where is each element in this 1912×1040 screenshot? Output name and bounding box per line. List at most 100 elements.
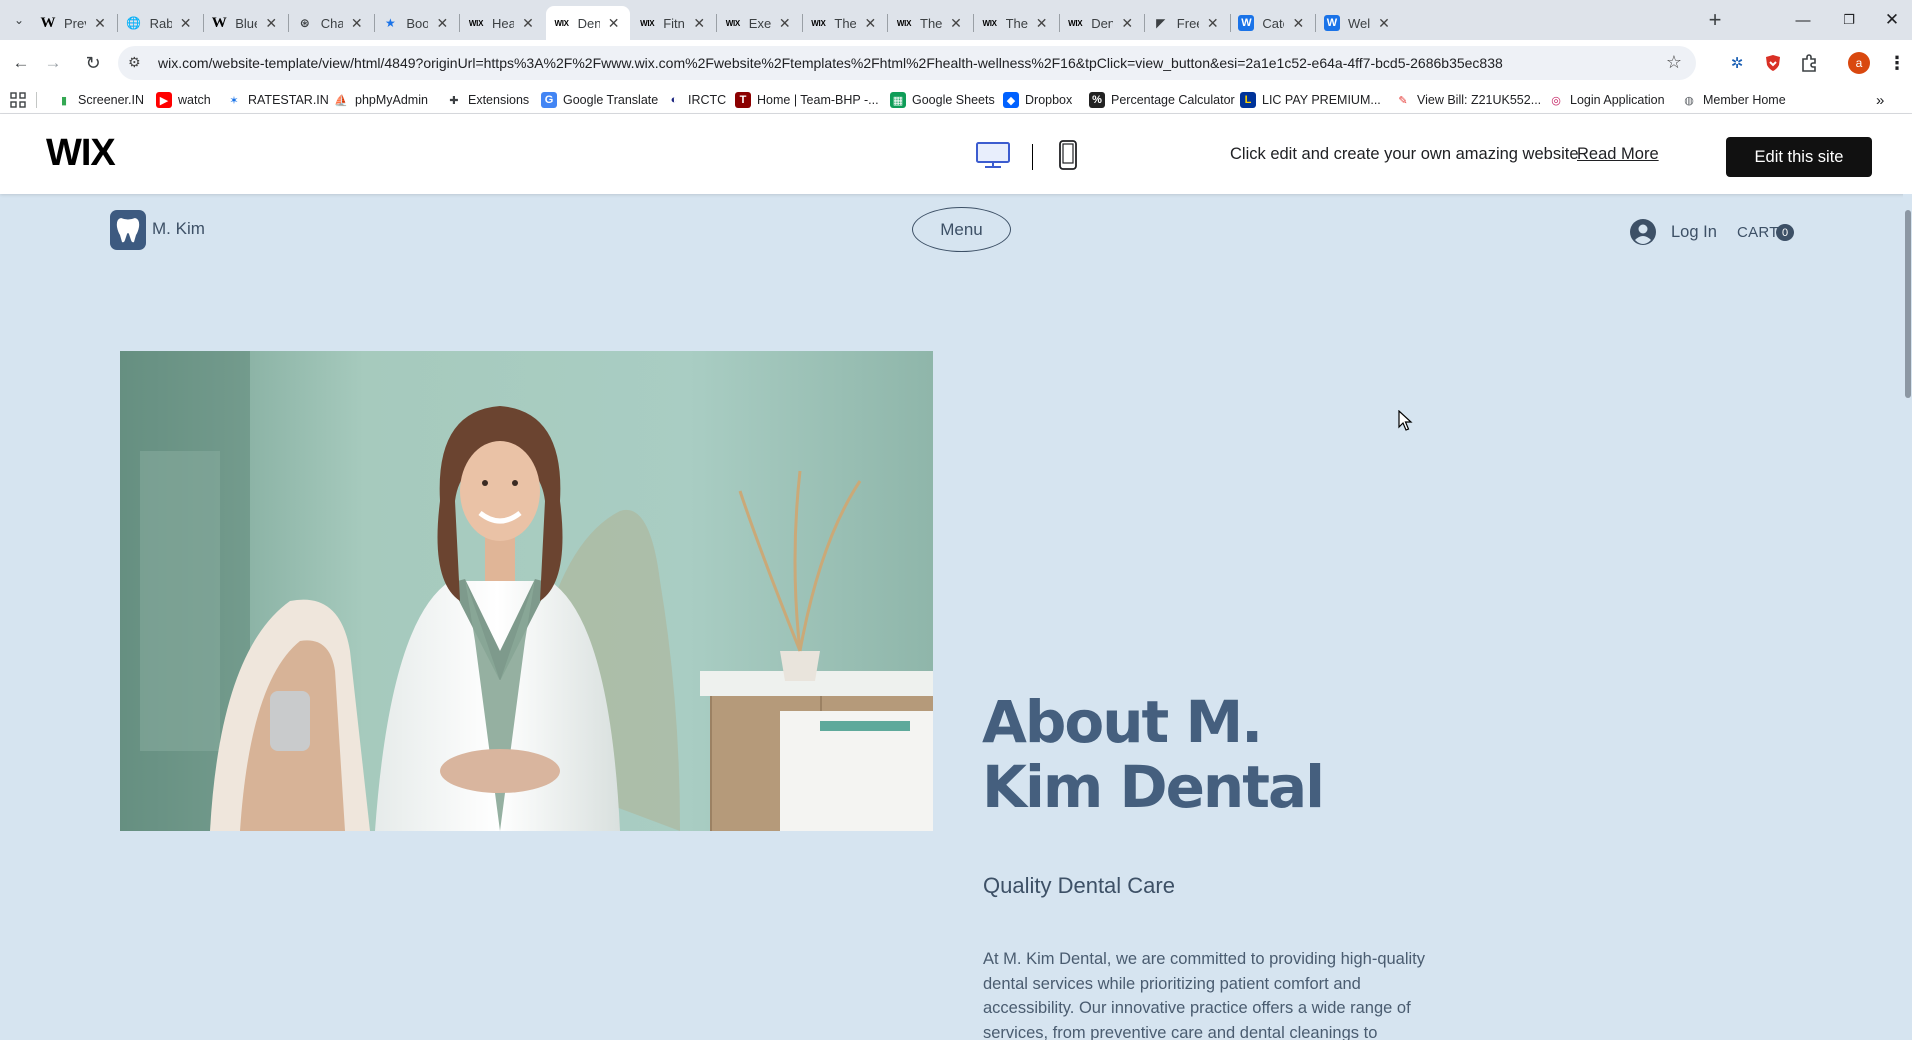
bookmark-item[interactable]: ✎ View Bill: Z21UK552... bbox=[1395, 90, 1541, 110]
wix-promo-message: Click edit and create your own amazing w… bbox=[1230, 145, 1579, 163]
close-window-icon[interactable]: ✕ bbox=[1872, 0, 1912, 40]
bookmark-item[interactable]: G Google Translate bbox=[541, 90, 658, 110]
about-subtitle: Quality Dental Care bbox=[983, 873, 1175, 898]
browser-tab[interactable]: WIX Fitnes ✕ bbox=[631, 6, 715, 40]
extension-ai-icon[interactable]: ✲ bbox=[1724, 50, 1750, 76]
tab-search-dropdown-icon[interactable]: ⌄ bbox=[4, 5, 34, 35]
browser-tab[interactable]: WIX Dentis ✕ bbox=[1059, 6, 1143, 40]
tab-label: Blue C bbox=[235, 15, 257, 31]
tab-close-icon[interactable]: ✕ bbox=[1119, 15, 1135, 32]
browser-tab[interactable]: ◤ Free C ✕ bbox=[1145, 6, 1229, 40]
site-info-icon[interactable]: ⚙ bbox=[128, 54, 141, 71]
browser-tab[interactable]: WIX Thera ✕ bbox=[802, 6, 886, 40]
wordpress-blue-icon: W bbox=[1238, 15, 1255, 31]
wix-icon: WIX bbox=[554, 18, 569, 28]
browser-tab[interactable]: WIX Thera ✕ bbox=[974, 6, 1058, 40]
bookmark-item[interactable]: ⛵ phpMyAdmin bbox=[333, 90, 428, 110]
login-link[interactable]: Log In bbox=[1671, 223, 1717, 242]
back-icon[interactable]: ← bbox=[6, 48, 36, 78]
globe-icon: 🌐 bbox=[126, 16, 142, 30]
browser-tab[interactable]: ⊛ ChatG ✕ bbox=[289, 6, 373, 40]
browser-tab[interactable]: WIX Health ✕ bbox=[460, 6, 544, 40]
bookmark-label: Extensions bbox=[468, 93, 530, 107]
bookmark-item[interactable]: ◐ IRCTC bbox=[666, 90, 727, 110]
cart-count-badge[interactable]: 0 bbox=[1776, 224, 1794, 241]
browser-menu-icon[interactable]: ⋮ bbox=[1884, 50, 1910, 76]
tab-label: Wellne bbox=[1348, 15, 1370, 31]
bookmark-label: Dropbox bbox=[1025, 93, 1073, 107]
bookmark-item[interactable]: L LIC PAY PREMIUM... bbox=[1240, 90, 1381, 110]
site-logo[interactable] bbox=[110, 210, 146, 250]
browser-tab[interactable]: WIX Thera ✕ bbox=[888, 6, 972, 40]
restore-icon[interactable]: ❐ bbox=[1826, 0, 1872, 40]
tab-close-icon[interactable]: ✕ bbox=[349, 15, 365, 32]
bookmark-star-icon[interactable]: ☆ bbox=[1666, 52, 1682, 73]
reload-icon[interactable]: ↻ bbox=[78, 48, 108, 78]
browser-tab[interactable]: W Categ ✕ bbox=[1230, 6, 1314, 40]
extensions-puzzle-icon[interactable] bbox=[1796, 50, 1822, 76]
bookmark-item[interactable]: ▦ Google Sheets bbox=[890, 90, 995, 110]
wix-icon: WIX bbox=[468, 18, 484, 28]
apps-grid-icon[interactable] bbox=[10, 90, 26, 110]
phpmyadmin-icon: ⛵ bbox=[334, 94, 348, 107]
browser-tab[interactable]: ★ Bookm ✕ bbox=[374, 6, 458, 40]
bookmark-item[interactable]: ◍ Member Home bbox=[1681, 90, 1785, 110]
desktop-view-icon[interactable] bbox=[975, 141, 1011, 169]
tab-close-icon[interactable]: ✕ bbox=[520, 15, 536, 32]
forward-icon[interactable]: → bbox=[38, 48, 68, 78]
tab-close-icon[interactable]: ✕ bbox=[948, 15, 964, 32]
tab-close-icon[interactable]: ✕ bbox=[777, 15, 793, 32]
bookmark-item[interactable]: ◎ Login Application bbox=[1548, 90, 1664, 110]
browser-tab[interactable]: W Blue C ✕ bbox=[203, 6, 287, 40]
browser-tab[interactable]: W Preval ✕ bbox=[32, 6, 116, 40]
browser-tab[interactable]: WIX Exercis ✕ bbox=[717, 6, 801, 40]
tab-close-icon[interactable]: ✕ bbox=[263, 15, 279, 32]
wix-logo[interactable]: WIX bbox=[46, 132, 116, 175]
bookmark-item[interactable]: ✶ RATESTAR.IN bbox=[226, 90, 328, 110]
profile-avatar[interactable]: a bbox=[1846, 50, 1872, 76]
address-bar[interactable]: ⚙ wix.com/website-template/view/html/484… bbox=[118, 46, 1696, 80]
menu-button[interactable]: Menu bbox=[912, 207, 1011, 252]
tab-close-icon[interactable]: ✕ bbox=[691, 15, 707, 32]
read-more-link[interactable]: Read More bbox=[1577, 145, 1659, 164]
tab-label: ChatG bbox=[320, 15, 343, 31]
tab-close-icon[interactable]: ✕ bbox=[1034, 15, 1050, 32]
bookmark-item[interactable]: ▮ Screener.IN bbox=[56, 90, 144, 110]
browser-tab[interactable]: W Wellne ✕ bbox=[1316, 6, 1400, 40]
cart-link[interactable]: CART bbox=[1737, 224, 1779, 241]
bookmark-item[interactable]: ▶ watch bbox=[156, 90, 211, 110]
site-name[interactable]: M. Kim bbox=[152, 219, 205, 239]
page-scrollbar-thumb[interactable] bbox=[1905, 210, 1911, 398]
bookmark-item[interactable]: % Percentage Calculator bbox=[1089, 90, 1235, 110]
tab-close-icon[interactable]: ✕ bbox=[606, 15, 622, 32]
bookmark-item[interactable]: T Home | Team-BHP -... bbox=[735, 90, 879, 110]
mobile-view-icon[interactable] bbox=[1058, 140, 1078, 170]
login-icon: ◎ bbox=[1551, 94, 1561, 107]
more-bookmarks-icon[interactable]: » bbox=[1876, 90, 1884, 110]
tab-close-icon[interactable]: ✕ bbox=[1205, 15, 1221, 32]
bookmark-label: Home | Team-BHP -... bbox=[757, 93, 879, 107]
bookmark-item[interactable]: ✚ Extensions bbox=[446, 90, 529, 110]
tab-close-icon[interactable]: ✕ bbox=[1290, 15, 1306, 32]
bookmark-item[interactable]: ◆ Dropbox bbox=[1003, 90, 1072, 110]
url-text[interactable]: wix.com/website-template/view/html/4849?… bbox=[158, 55, 1503, 71]
tab-close-icon[interactable]: ✕ bbox=[92, 15, 108, 32]
tab-close-icon[interactable]: ✕ bbox=[862, 15, 878, 32]
edit-site-button[interactable]: Edit this site bbox=[1726, 137, 1872, 177]
tab-close-icon[interactable]: ✕ bbox=[1376, 15, 1392, 32]
browser-tab[interactable]: 🌐 Rabies ✕ bbox=[118, 6, 202, 40]
framer-icon: ◤ bbox=[1156, 16, 1166, 30]
browser-tab[interactable]: WIX Dentis ✕ bbox=[545, 6, 630, 40]
bookmark-label: Percentage Calculator bbox=[1111, 93, 1235, 107]
profile-initial: a bbox=[1848, 52, 1870, 74]
extension-shield-icon[interactable] bbox=[1760, 50, 1786, 76]
new-tab-icon[interactable]: + bbox=[1700, 5, 1730, 35]
minimize-icon[interactable]: — bbox=[1780, 0, 1826, 40]
browser-toolbar: ← → ↻ ⚙ wix.com/website-template/view/ht… bbox=[0, 40, 1912, 86]
bookmark-label: watch bbox=[178, 93, 211, 107]
lic-icon: L bbox=[1240, 92, 1256, 108]
user-avatar-icon[interactable] bbox=[1630, 219, 1656, 245]
tab-close-icon[interactable]: ✕ bbox=[434, 15, 450, 32]
tab-close-icon[interactable]: ✕ bbox=[178, 15, 194, 32]
bookmark-label: Google Translate bbox=[563, 93, 659, 107]
